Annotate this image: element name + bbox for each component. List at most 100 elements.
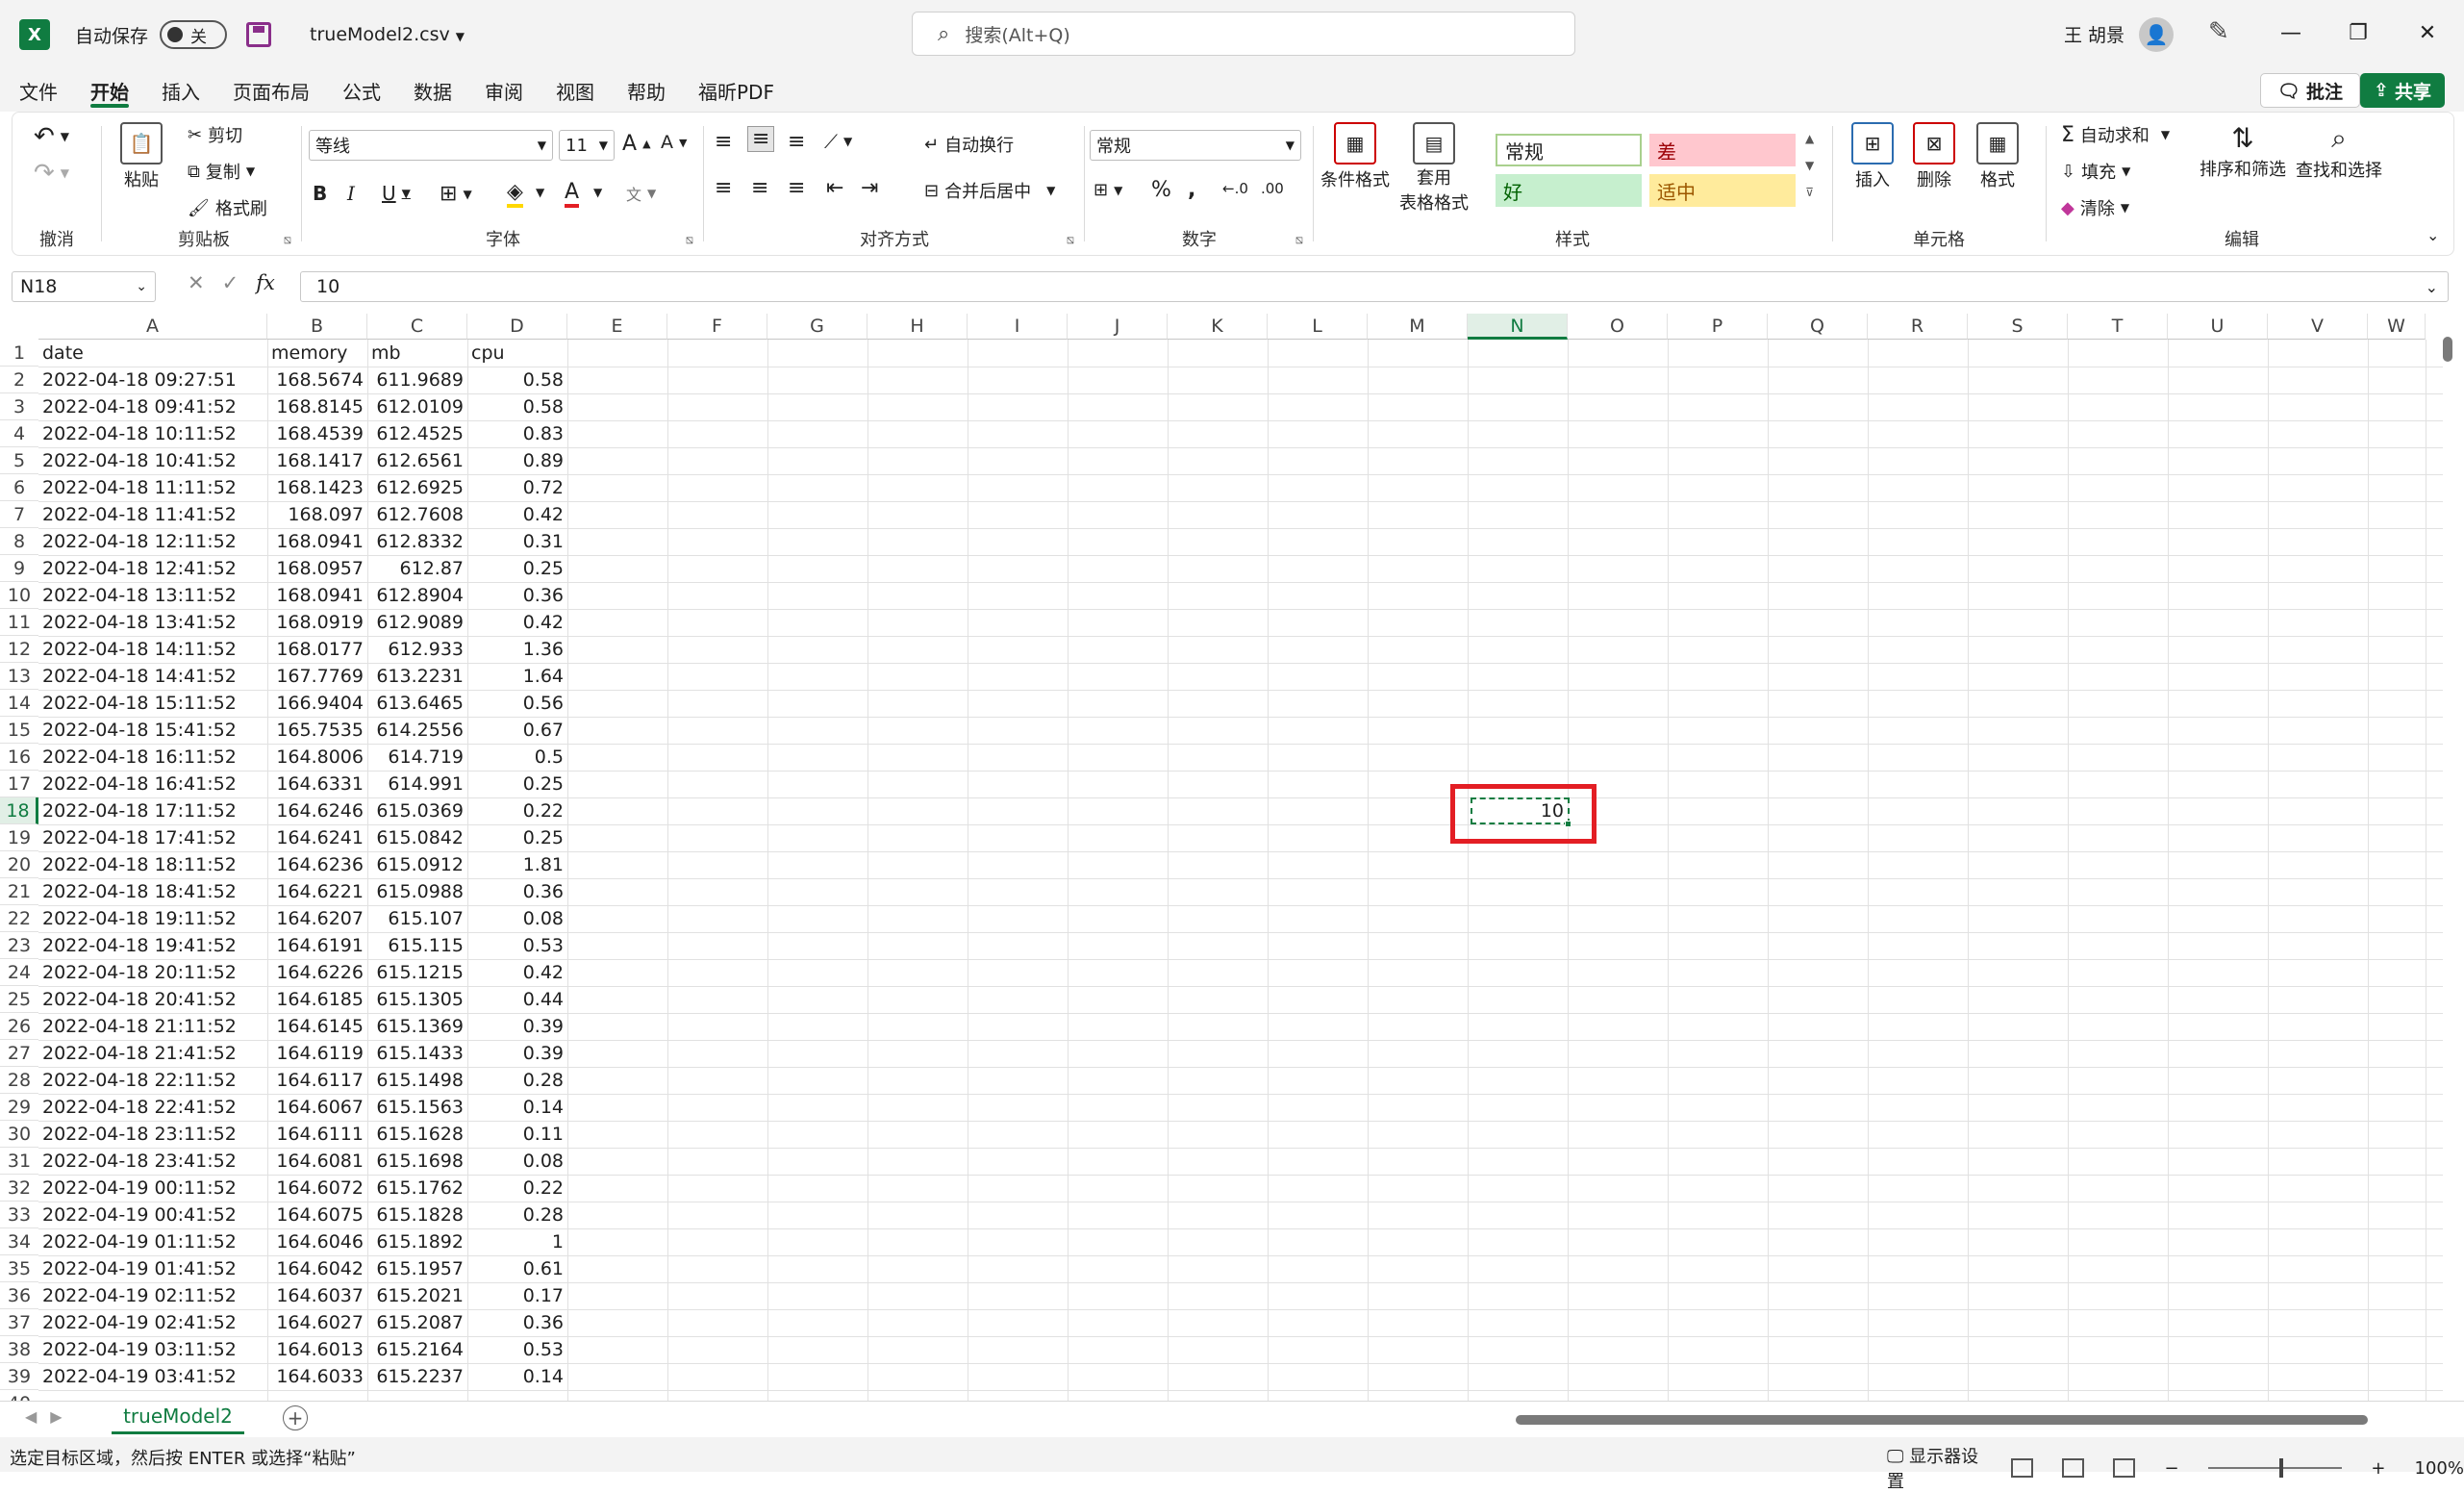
table-cell[interactable]: 0.28 (467, 1067, 567, 1094)
table-header-cell[interactable]: cpu (467, 340, 567, 367)
table-header-cell[interactable]: memory (267, 340, 367, 367)
table-cell[interactable]: 612.8332 (367, 528, 467, 555)
table-cell[interactable]: 612.8904 (367, 582, 467, 609)
table-cell[interactable]: 0.5 (467, 744, 567, 771)
table-cell[interactable]: 2022-04-18 20:11:52 (38, 959, 267, 986)
row-header[interactable]: 3 (0, 393, 38, 420)
table-cell[interactable]: 0.42 (467, 501, 567, 528)
delete-cells-button[interactable]: ⊠ 删除 (1913, 122, 1955, 191)
table-cell[interactable]: 615.2164 (367, 1336, 467, 1363)
menu-view[interactable]: 视图 (556, 69, 594, 112)
table-cell[interactable]: 614.2556 (367, 717, 467, 744)
table-cell[interactable]: 0.44 (467, 986, 567, 1013)
table-cell[interactable]: 615.2087 (367, 1309, 467, 1336)
row-header[interactable]: 8 (0, 528, 38, 555)
row-header[interactable]: 24 (0, 959, 38, 986)
display-settings-button[interactable]: 🖵 显示器设置 (1887, 1443, 1982, 1493)
redo-icon[interactable]: ↷ ▼ (34, 159, 69, 188)
style-bad[interactable]: 差 (1649, 134, 1796, 166)
table-cell[interactable]: 2022-04-18 11:41:52 (38, 501, 267, 528)
name-box[interactable]: N18 ⌄ (12, 271, 156, 302)
row-header[interactable]: 38 (0, 1336, 38, 1363)
menu-help[interactable]: 帮助 (627, 69, 666, 112)
normal-view-icon[interactable] (2010, 1458, 2034, 1478)
formula-input[interactable]: 10 ⌄ (300, 271, 2449, 302)
table-cell[interactable]: 1.36 (467, 636, 567, 663)
row-header[interactable]: 15 (0, 717, 38, 744)
table-cell[interactable]: 2022-04-19 01:11:52 (38, 1228, 267, 1255)
table-cell[interactable]: 168.0177 (267, 636, 367, 663)
column-header-u[interactable]: U (2168, 314, 2268, 340)
bold-icon[interactable]: B (313, 182, 327, 205)
table-cell[interactable]: 2022-04-18 12:41:52 (38, 555, 267, 582)
row-header[interactable]: 14 (0, 690, 38, 717)
row-header[interactable]: 5 (0, 447, 38, 474)
user-name[interactable]: 王 胡景 (2064, 21, 2125, 47)
column-header-c[interactable]: C (367, 314, 467, 340)
zoom-slider[interactable] (2207, 1458, 2343, 1478)
horizontal-scrollbar[interactable] (1516, 1415, 2368, 1425)
table-cell[interactable]: 1 (467, 1228, 567, 1255)
row-header[interactable]: 30 (0, 1121, 38, 1148)
table-cell[interactable]: 2022-04-18 20:41:52 (38, 986, 267, 1013)
menu-insert[interactable]: 插入 (162, 69, 200, 112)
table-cell[interactable]: 164.8006 (267, 744, 367, 771)
table-cell[interactable]: 615.1628 (367, 1121, 467, 1148)
table-cell[interactable]: 0.39 (467, 1013, 567, 1040)
row-header[interactable]: 9 (0, 555, 38, 582)
column-header-n[interactable]: N (1468, 314, 1568, 340)
menu-file[interactable]: 文件 (19, 69, 58, 112)
table-cell[interactable]: 0.25 (467, 555, 567, 582)
table-cell[interactable]: 615.1892 (367, 1228, 467, 1255)
table-cell[interactable]: 0.28 (467, 1202, 567, 1228)
table-cell[interactable]: 612.7608 (367, 501, 467, 528)
table-cell[interactable]: 1.81 (467, 851, 567, 878)
column-header-p[interactable]: P (1668, 314, 1768, 340)
font-color-icon[interactable]: A (565, 180, 580, 208)
table-cell[interactable]: 615.2021 (367, 1282, 467, 1309)
format-cells-button[interactable]: ▦ 格式 (1976, 122, 2019, 191)
style-neutral[interactable]: 适中 (1649, 174, 1796, 207)
zoom-out-icon[interactable]: − (2164, 1458, 2178, 1479)
table-cell[interactable]: 164.6119 (267, 1040, 367, 1067)
table-cell[interactable]: 168.0941 (267, 528, 367, 555)
cancel-icon[interactable]: ✕ (188, 271, 205, 294)
add-sheet-icon[interactable]: + (283, 1405, 308, 1430)
table-cell[interactable]: 0.36 (467, 582, 567, 609)
increase-indent-icon[interactable]: ⇥ (861, 176, 878, 200)
table-cell[interactable]: 164.6236 (267, 851, 367, 878)
table-cell[interactable]: 164.6191 (267, 932, 367, 959)
row-header[interactable]: 2 (0, 367, 38, 393)
chevron-down-icon[interactable]: ▼ (593, 186, 602, 199)
page-layout-view-icon[interactable] (2062, 1458, 2085, 1478)
table-cell[interactable]: 164.6081 (267, 1148, 367, 1175)
row-header[interactable]: 39 (0, 1363, 38, 1390)
table-cell[interactable]: 164.6067 (267, 1094, 367, 1121)
merge-center-button[interactable]: ⊟ 合并后居中 ▼ (924, 178, 1055, 203)
wrap-text-button[interactable]: ↵ 自动换行 (924, 132, 1014, 157)
column-header-b[interactable]: B (267, 314, 367, 340)
dialog-launcher-icon[interactable]: ⧅ (1295, 233, 1303, 247)
table-cell[interactable]: 2022-04-18 18:11:52 (38, 851, 267, 878)
table-cell[interactable]: 164.6117 (267, 1067, 367, 1094)
row-header[interactable]: 12 (0, 636, 38, 663)
table-cell[interactable]: 0.39 (467, 1040, 567, 1067)
menu-home[interactable]: 开始 (90, 69, 129, 112)
table-cell[interactable]: 0.14 (467, 1363, 567, 1390)
clear-button[interactable]: ◆ 清除 ▼ (2061, 195, 2129, 220)
phonetic-icon[interactable]: 文 ▼ (626, 182, 656, 205)
table-cell[interactable]: 2022-04-19 03:11:52 (38, 1336, 267, 1363)
row-header[interactable]: 35 (0, 1255, 38, 1282)
table-cell[interactable]: 2022-04-19 02:41:52 (38, 1309, 267, 1336)
dialog-launcher-icon[interactable]: ⧅ (686, 233, 693, 247)
table-cell[interactable]: 164.6033 (267, 1363, 367, 1390)
collapse-ribbon-icon[interactable]: ⌄ (2426, 226, 2439, 244)
minimize-icon[interactable]: — (2272, 13, 2310, 52)
align-center-icon[interactable]: ≡ (751, 176, 768, 200)
table-cell[interactable]: 164.6241 (267, 824, 367, 851)
table-cell[interactable]: 612.6925 (367, 474, 467, 501)
table-cell[interactable]: 2022-04-18 12:11:52 (38, 528, 267, 555)
table-cell[interactable]: 2022-04-18 23:41:52 (38, 1148, 267, 1175)
table-cell[interactable]: 164.6072 (267, 1175, 367, 1202)
table-cell[interactable]: 0.08 (467, 905, 567, 932)
